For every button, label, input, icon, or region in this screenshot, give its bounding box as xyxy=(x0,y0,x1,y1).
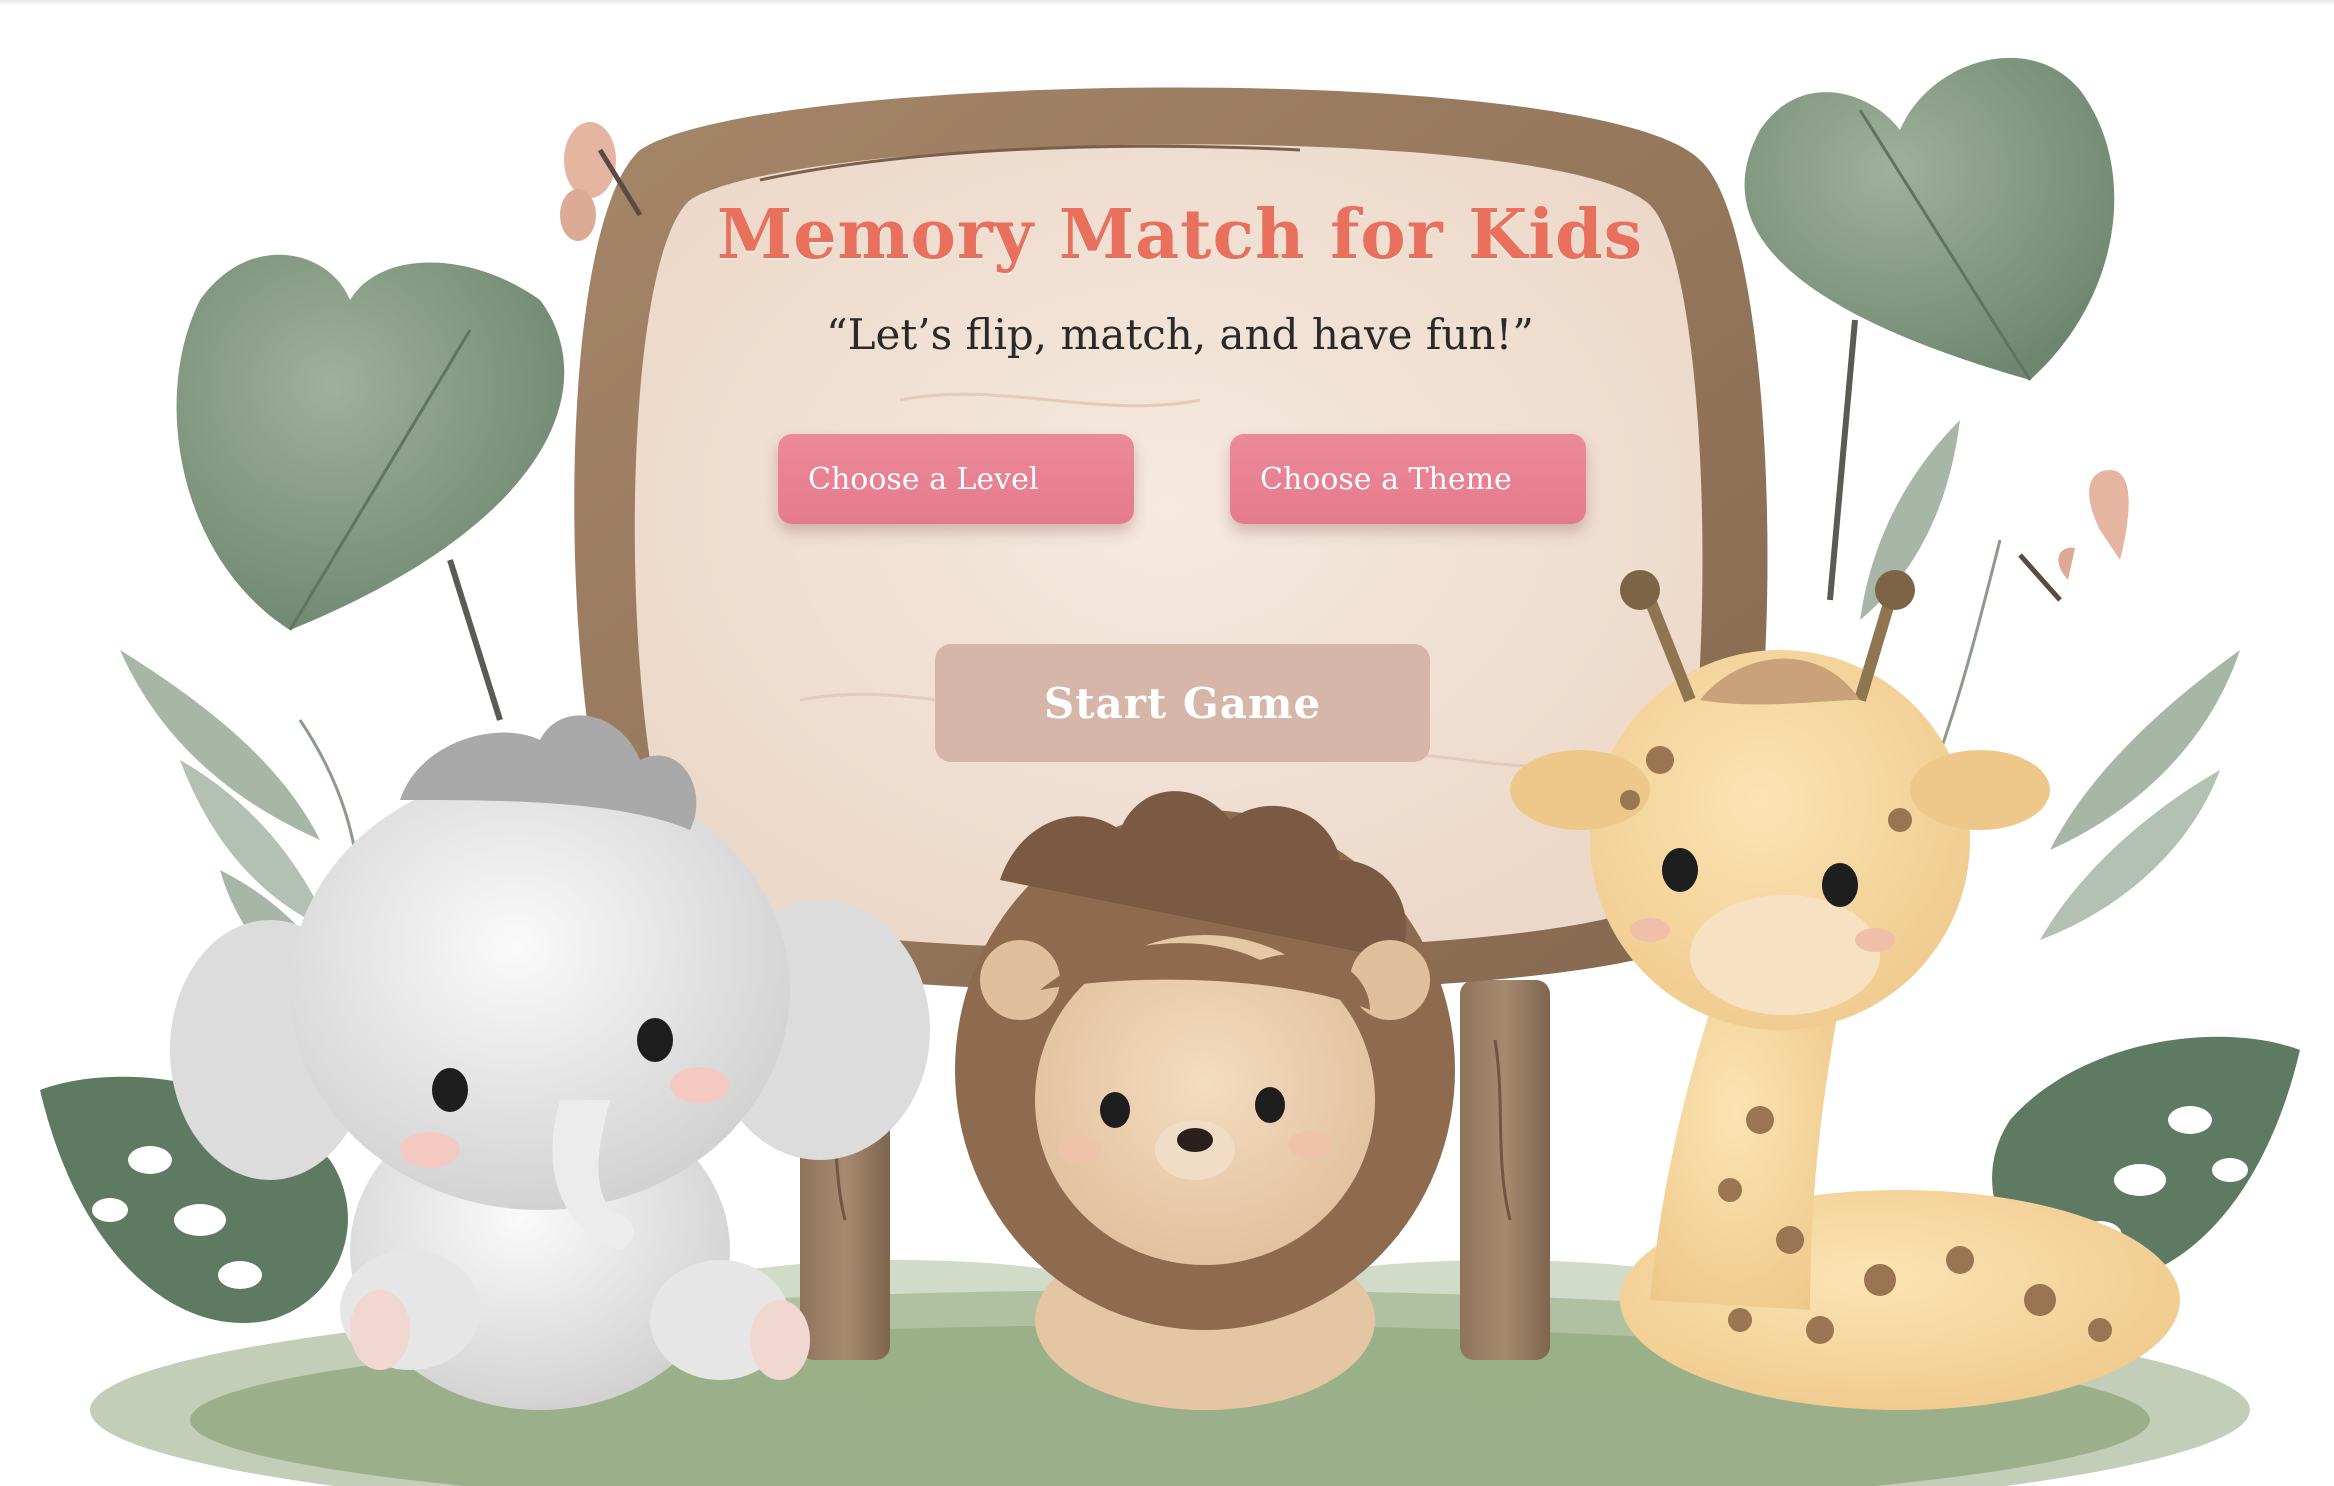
sign-panel: Memory Match for Kids “Let’s flip, match… xyxy=(600,150,1760,790)
game-start-screen: Memory Match for Kids “Let’s flip, match… xyxy=(0,0,2334,1486)
start-game-button[interactable]: Start Game xyxy=(935,644,1430,762)
game-tagline: “Let’s flip, match, and have fun!” xyxy=(826,310,1534,359)
game-title: Memory Match for Kids xyxy=(717,195,1643,275)
choose-level-button[interactable]: Choose a Level xyxy=(778,434,1134,524)
choose-theme-button[interactable]: Choose a Theme xyxy=(1230,434,1586,524)
